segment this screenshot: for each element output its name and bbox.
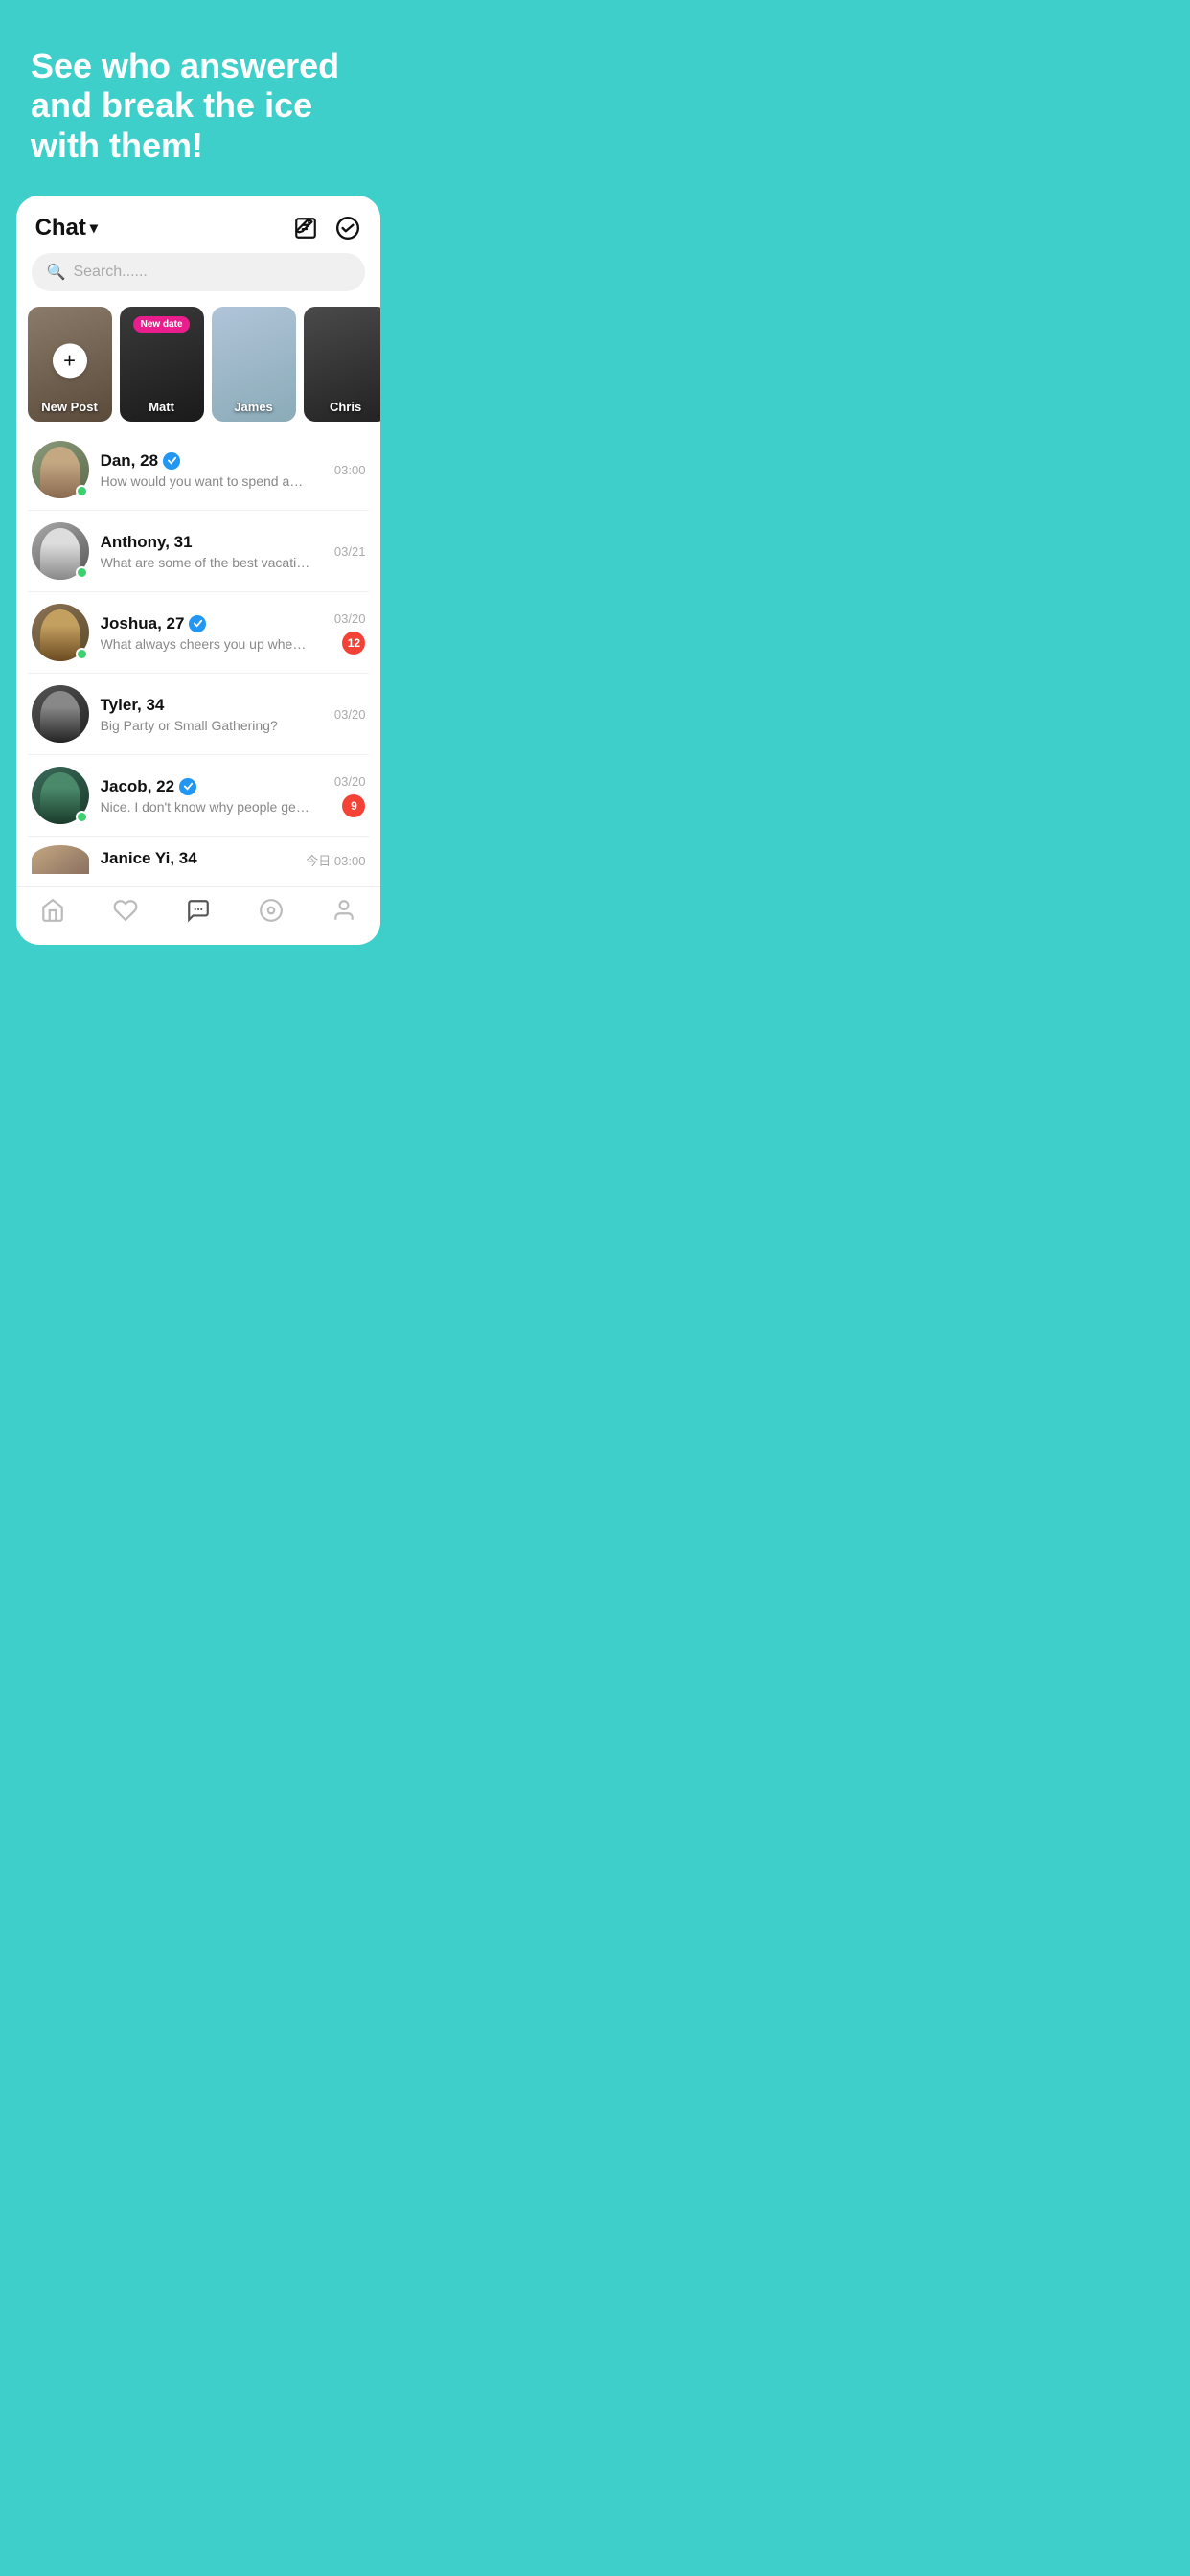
nav-item-profile[interactable]	[308, 897, 380, 924]
header-actions	[292, 215, 361, 242]
chat-meta: 今日 03:00	[306, 851, 365, 869]
chat-name: Dan, 28	[101, 451, 158, 471]
story-new-post[interactable]: + New Post	[28, 307, 112, 422]
chat-title-text: Chat	[35, 215, 86, 242]
story-chris[interactable]: Chris	[304, 307, 381, 422]
story-label: Matt	[120, 400, 204, 414]
chat-name: Anthony, 31	[101, 533, 193, 552]
story-label: Chris	[304, 400, 381, 414]
chat-item-dan[interactable]: Dan, 28 How would you want to spend a… 0…	[28, 429, 370, 511]
app-card: Chat ▾ 🔍 Search......	[16, 196, 381, 945]
chat-time: 03/20	[334, 611, 366, 626]
chat-info: Janice Yi, 34	[101, 849, 307, 871]
avatar-wrap	[32, 767, 89, 824]
nav-item-chat[interactable]	[162, 897, 235, 924]
avatar-wrap	[32, 604, 89, 661]
check-button[interactable]	[334, 215, 361, 242]
chat-meta: 03/21	[334, 544, 366, 559]
chat-title[interactable]: Chat ▾	[35, 215, 98, 242]
online-indicator	[76, 811, 88, 823]
chat-info: Jacob, 22 Nice. I don't know why people …	[101, 777, 334, 815]
unread-count: 9	[342, 794, 365, 817]
story-matt[interactable]: New date Matt	[120, 307, 204, 422]
online-indicator	[76, 485, 88, 497]
avatar-wrap	[32, 845, 89, 874]
chat-meta: 03/20	[334, 707, 366, 722]
hero-title: See who answered and break the ice with …	[31, 46, 366, 165]
story-james[interactable]: James	[212, 307, 296, 422]
search-input[interactable]: Search......	[73, 264, 147, 281]
stories-row: + New Post New date Matt James Chris	[16, 307, 381, 422]
heart-icon	[112, 897, 139, 924]
chat-item-joshua[interactable]: Joshua, 27 What always cheers you up whe…	[28, 592, 370, 674]
unread-count: 12	[342, 632, 365, 655]
chat-info: Anthony, 31 What are some of the best va…	[101, 533, 334, 570]
search-icon: 🔍	[47, 263, 66, 282]
new-date-badge: New date	[133, 316, 191, 333]
chat-info: Joshua, 27 What always cheers you up whe…	[101, 614, 334, 652]
discover-icon	[258, 897, 285, 924]
profile-icon	[331, 897, 357, 924]
chat-item-anthony[interactable]: Anthony, 31 What are some of the best va…	[28, 511, 370, 592]
chat-item-tyler[interactable]: Tyler, 34 Big Party or Small Gathering? …	[28, 674, 370, 755]
chat-header: Chat ▾	[16, 196, 381, 253]
chat-icon	[185, 897, 212, 924]
chat-preview: Big Party or Small Gathering?	[101, 718, 311, 733]
chat-time: 03:00	[334, 463, 366, 477]
avatar	[32, 685, 89, 743]
home-icon	[39, 897, 66, 924]
avatar-wrap	[32, 685, 89, 743]
chat-info: Tyler, 34 Big Party or Small Gathering?	[101, 696, 334, 733]
chat-name: Janice Yi, 34	[101, 849, 197, 868]
chat-name: Tyler, 34	[101, 696, 165, 715]
online-indicator	[76, 566, 88, 579]
nav-item-discover[interactable]	[235, 897, 308, 924]
chat-meta: 03/20 12	[334, 611, 366, 655]
avatar-wrap	[32, 441, 89, 498]
chat-meta: 03:00	[334, 463, 366, 477]
chat-meta: 03/20 9	[334, 774, 366, 817]
chat-time: 今日 03:00	[306, 851, 365, 869]
chat-item-jacob[interactable]: Jacob, 22 Nice. I don't know why people …	[28, 755, 370, 837]
bottom-nav	[16, 886, 381, 937]
add-story-icon[interactable]: +	[53, 344, 87, 379]
nav-item-home[interactable]	[16, 897, 89, 924]
chat-preview: What are some of the best vacations…	[101, 555, 311, 570]
story-label: James	[212, 400, 296, 414]
chat-time: 03/20	[334, 774, 366, 789]
story-label: New Post	[28, 400, 112, 414]
chat-item-janice[interactable]: Janice Yi, 34 今日 03:00	[28, 837, 370, 883]
chat-preview: Nice. I don't know why people get all wo…	[101, 799, 311, 815]
chat-preview: What always cheers you up when you…	[101, 636, 311, 652]
online-indicator	[76, 648, 88, 660]
chat-info: Dan, 28 How would you want to spend a…	[101, 451, 334, 489]
chat-time: 03/20	[334, 707, 366, 722]
avatar-wrap	[32, 522, 89, 580]
verified-icon	[189, 615, 206, 632]
chat-name: Jacob, 22	[101, 777, 175, 796]
compose-button[interactable]	[292, 215, 319, 242]
chevron-down-icon: ▾	[90, 218, 98, 238]
nav-item-likes[interactable]	[89, 897, 162, 924]
avatar	[32, 845, 89, 874]
search-bar[interactable]: 🔍 Search......	[32, 253, 366, 291]
chat-preview: How would you want to spend a…	[101, 473, 311, 489]
verified-icon	[179, 778, 196, 795]
verified-icon	[163, 452, 180, 470]
chat-name: Joshua, 27	[101, 614, 185, 633]
chat-time: 03/21	[334, 544, 366, 559]
chat-list: Dan, 28 How would you want to spend a… 0…	[16, 429, 381, 883]
